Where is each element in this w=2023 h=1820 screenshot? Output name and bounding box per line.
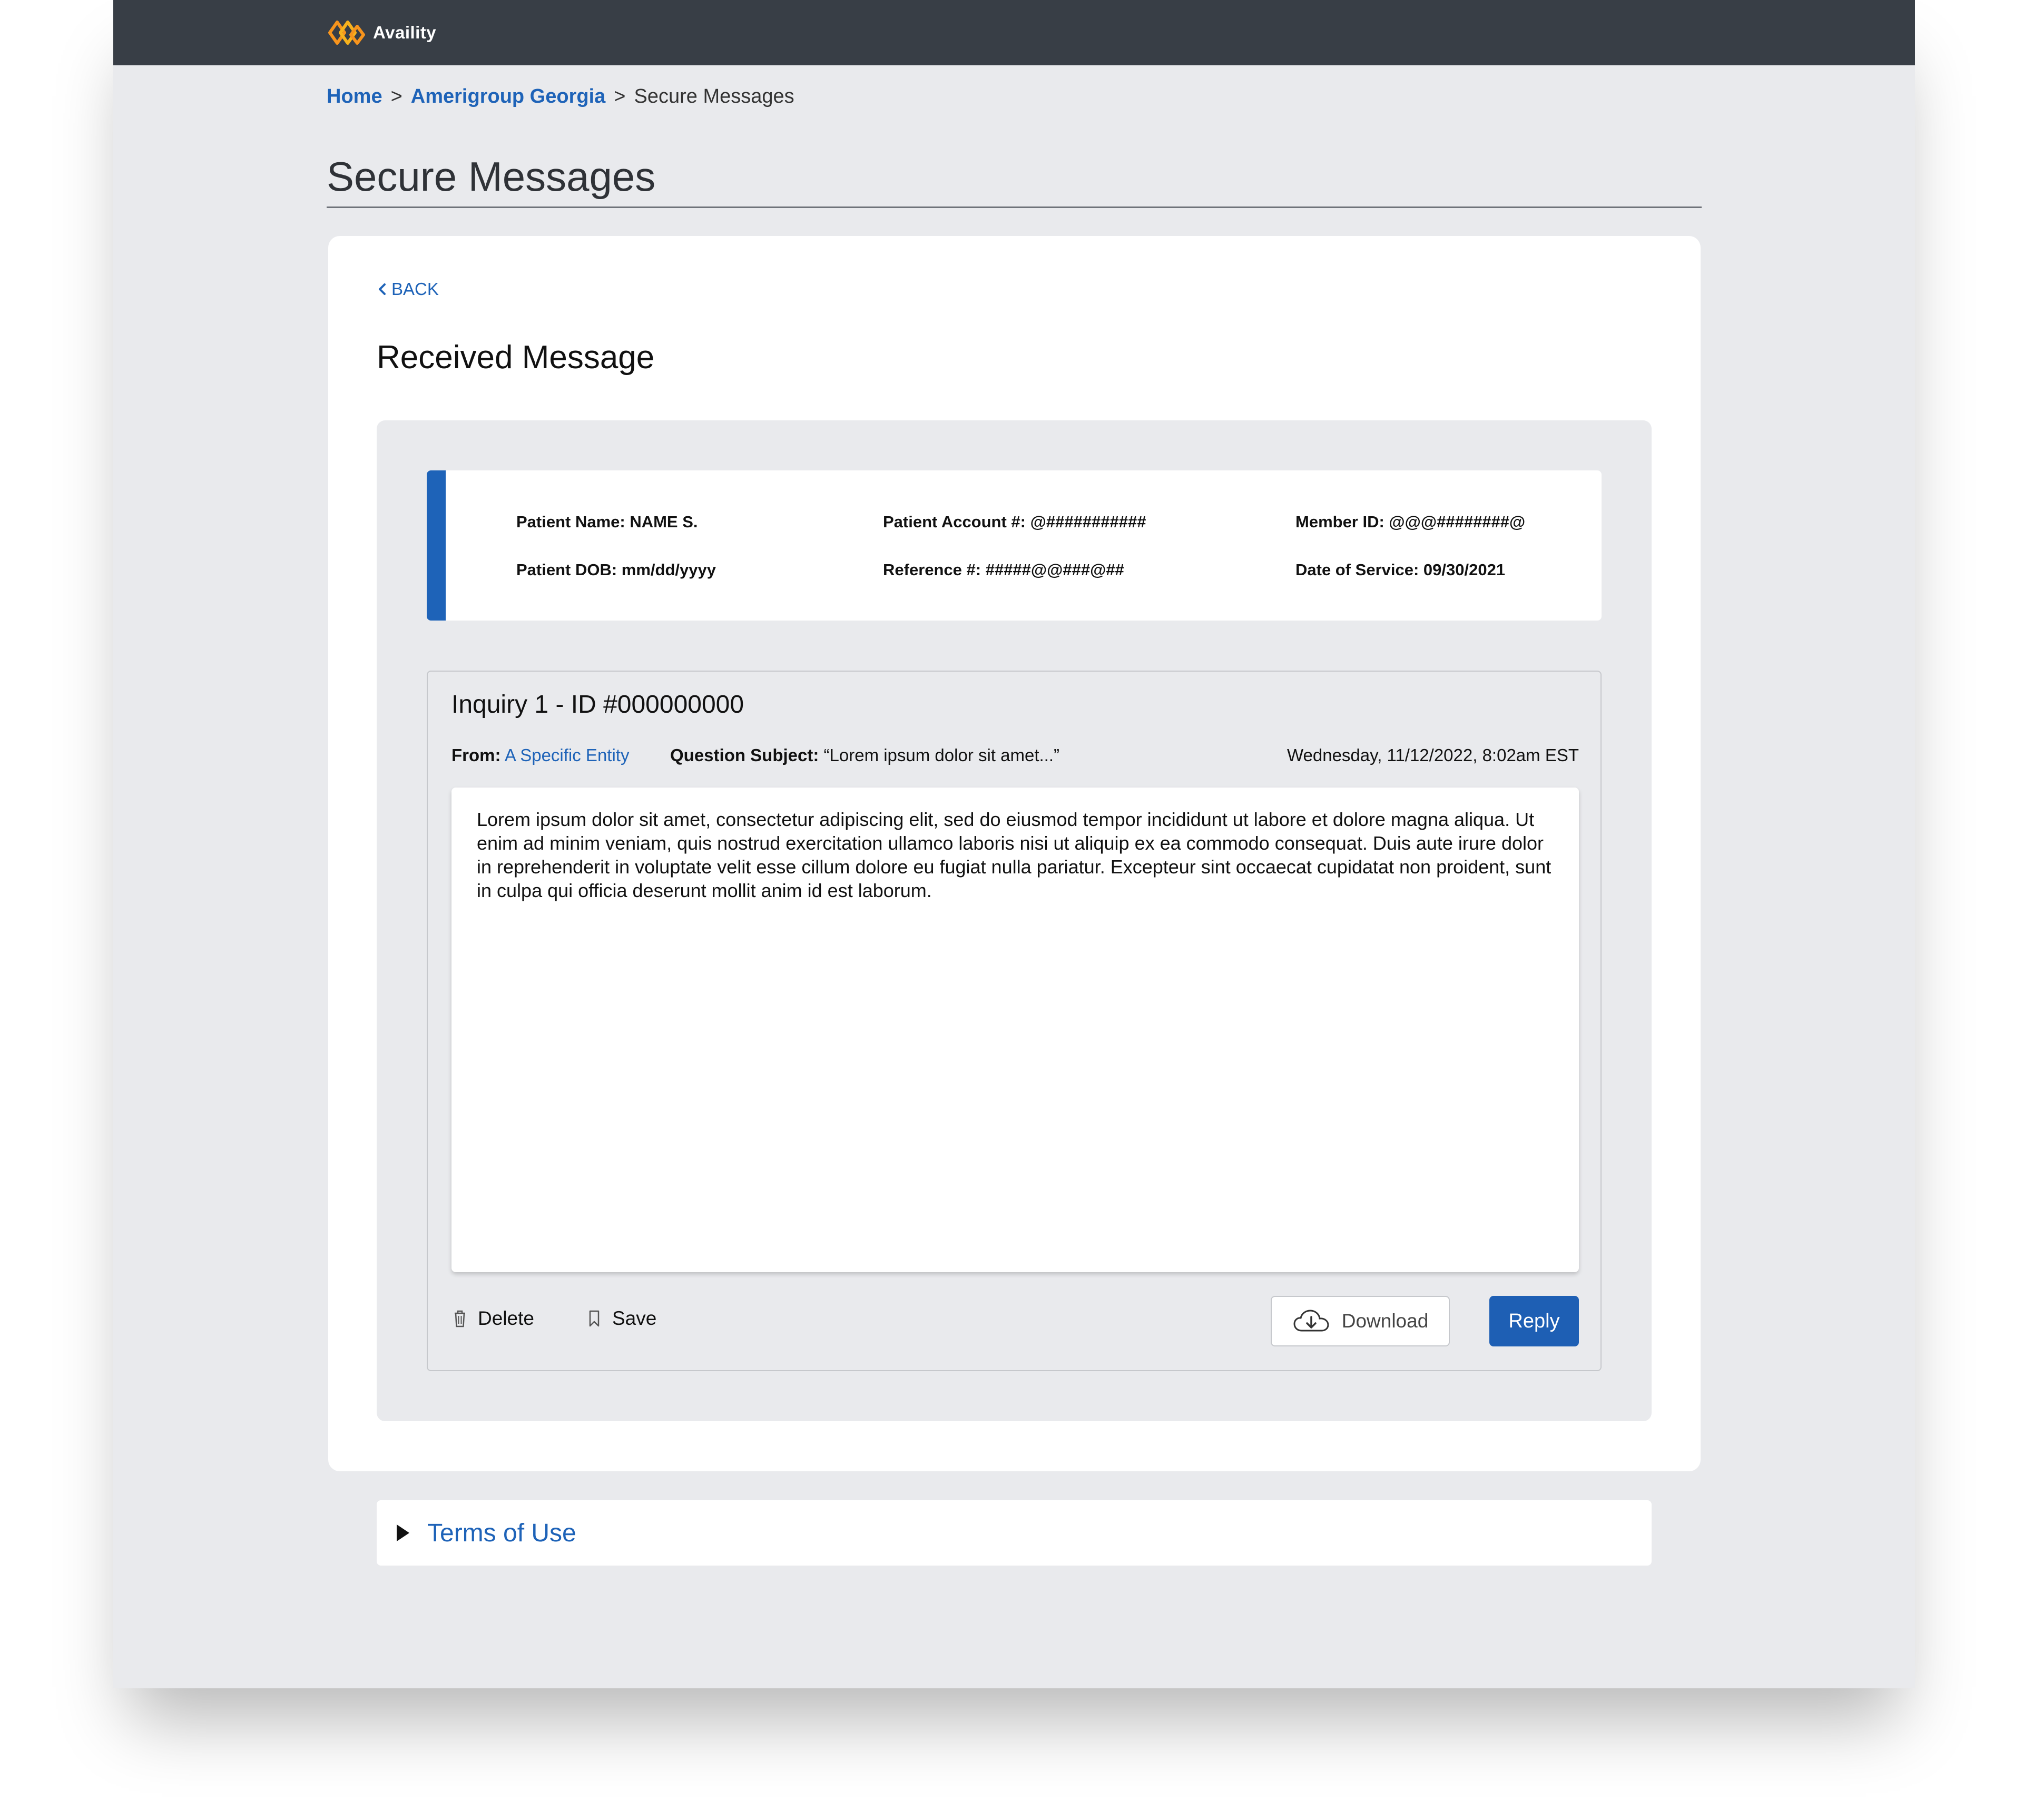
patient-dob: Patient DOB: mm/dd/yyyy — [516, 560, 716, 579]
availity-logo[interactable]: Availity — [327, 17, 436, 48]
logo-text: Availity — [373, 23, 437, 42]
member-id: Member ID: @@@########@ — [1295, 513, 1526, 531]
patient-name: Patient Name: NAME S. — [516, 513, 698, 531]
cloud-download-icon — [1293, 1310, 1329, 1332]
trash-icon — [455, 1310, 465, 1327]
subject-value: “Lorem ipsum dolor sit amet...” — [823, 745, 1059, 765]
message-timestamp: Wednesday, 11/12/2022, 8:02am EST — [1287, 745, 1579, 765]
save-label: Save — [612, 1307, 657, 1329]
date-of-service: Date of Service: 09/30/2021 — [1295, 560, 1506, 579]
breadcrumb-home-link[interactable]: Home — [327, 85, 382, 108]
delete-label: Delete — [478, 1307, 534, 1329]
app-window: Availity Home > Amerigroup Georgia > Sec… — [113, 0, 1915, 1688]
back-label: BACK — [391, 279, 439, 299]
inquiry-box: Inquiry 1 - ID #000000000 From: A Specif… — [427, 671, 1602, 1371]
reference-number: Reference #: #####@@###@## — [883, 560, 1124, 579]
from-label: From: — [451, 745, 501, 765]
availity-logo-icon — [328, 21, 365, 45]
breadcrumb-payer-link[interactable]: Amerigroup Georgia — [411, 85, 606, 108]
breadcrumb-separator: > — [390, 85, 402, 107]
patient-info-accent-bar — [427, 470, 446, 621]
bookmark-icon — [589, 1310, 600, 1327]
from-field: From: A Specific Entity — [451, 745, 629, 765]
page-title: Secure Messages — [327, 153, 656, 200]
terms-of-use-toggle[interactable]: Terms of Use — [377, 1500, 1652, 1566]
save-button[interactable]: Save — [586, 1307, 656, 1330]
breadcrumb: Home > Amerigroup Georgia > Secure Messa… — [327, 85, 794, 108]
subject-field: Question Subject: “Lorem ipsum dolor sit… — [670, 745, 1059, 765]
reply-button[interactable]: Reply — [1489, 1296, 1579, 1346]
patient-info-card: Patient Name: NAME S. Patient DOB: mm/dd… — [427, 470, 1602, 621]
patient-account: Patient Account #: @########### — [883, 513, 1146, 531]
message-actions: Delete Save Download Reply — [451, 1296, 1579, 1349]
top-navigation-bar: Availity — [113, 0, 1915, 65]
back-link[interactable]: BACK — [377, 279, 439, 299]
chevron-left-icon — [379, 283, 386, 295]
caret-right-icon — [397, 1524, 409, 1541]
delete-button[interactable]: Delete — [451, 1307, 534, 1330]
inquiry-title: Inquiry 1 - ID #000000000 — [451, 691, 744, 719]
message-card: BACK Received Message Patient Name: NAME… — [328, 236, 1701, 1471]
breadcrumb-current: Secure Messages — [634, 85, 794, 107]
breadcrumb-separator: > — [614, 85, 626, 107]
download-button[interactable]: Download — [1271, 1296, 1450, 1346]
section-title: Received Message — [377, 339, 655, 376]
title-divider — [327, 206, 1702, 208]
subject-label: Question Subject: — [670, 745, 819, 765]
from-entity-link[interactable]: A Specific Entity — [505, 745, 630, 765]
message-panel: Patient Name: NAME S. Patient DOB: mm/dd… — [377, 420, 1652, 1421]
terms-of-use-label: Terms of Use — [427, 1519, 576, 1547]
message-body: Lorem ipsum dolor sit amet, consectetur … — [451, 788, 1579, 1272]
download-label: Download — [1341, 1310, 1429, 1332]
